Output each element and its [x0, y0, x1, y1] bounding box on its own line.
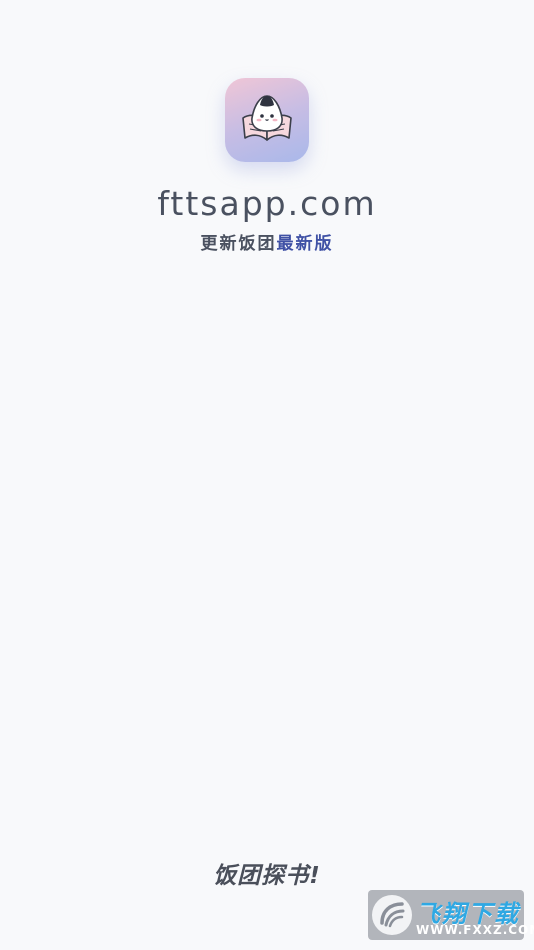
- fxxz-logo-icon: [372, 895, 412, 935]
- app-logo-icon: [225, 78, 309, 162]
- app-subtitle: 更新饭团最新版: [0, 229, 534, 254]
- watermark-url: WWW.FXXZ.COM: [416, 923, 534, 937]
- watermark-badge: 飞翔下载 WWW.FXXZ.COM: [368, 890, 534, 940]
- subtitle-accent: 最新版: [276, 234, 334, 254]
- app-domain: fttsapp.com: [157, 184, 377, 223]
- app-slogan: 饭团探书!: [213, 863, 321, 889]
- subtitle-plain: 更新饭团: [200, 234, 277, 254]
